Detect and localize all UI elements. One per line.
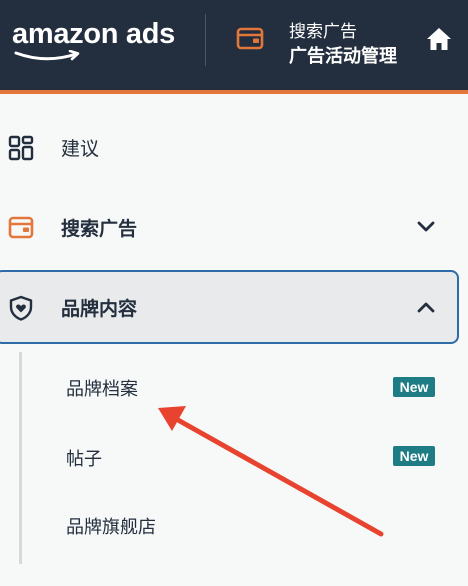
nav-item-label: 建议 xyxy=(61,138,100,160)
nav-item-suggestions[interactable]: 建议 xyxy=(0,114,460,180)
nav-item-brand-content[interactable]: 品牌内容 xyxy=(0,274,460,340)
header-divider xyxy=(205,14,206,66)
sub-item-posts[interactable]: 帖子 xyxy=(66,445,102,471)
sub-item-brand-profile[interactable]: 品牌档案 xyxy=(66,375,138,401)
chevron-down-icon[interactable] xyxy=(416,218,436,236)
sub-item-brand-store[interactable]: 品牌旗舰店 xyxy=(66,513,156,539)
nav-item-label: 搜索广告 xyxy=(61,218,138,240)
amazon-ads-logo[interactable]: amazon ads xyxy=(12,18,182,66)
sub-menu-rail xyxy=(19,352,22,564)
new-badge: New xyxy=(393,377,435,397)
wallet-icon xyxy=(236,27,264,50)
new-badge: New xyxy=(393,446,435,466)
shield-heart-icon xyxy=(9,295,33,321)
page-title: 广告活动管理 xyxy=(289,46,397,67)
top-header: amazon ads 搜索广告 广告活动管理 xyxy=(0,0,468,94)
home-icon[interactable] xyxy=(425,26,453,52)
nav-item-label: 品牌内容 xyxy=(61,298,138,320)
breadcrumb-parent[interactable]: 搜索广告 xyxy=(289,17,357,42)
nav-item-sponsored-ads[interactable]: 搜索广告 xyxy=(0,194,460,260)
chevron-up-icon[interactable] xyxy=(416,298,436,316)
smile-arrow-icon xyxy=(14,50,80,61)
grid-icon xyxy=(8,135,34,161)
wallet-icon xyxy=(8,216,34,239)
logo-text: amazon ads xyxy=(12,18,175,50)
